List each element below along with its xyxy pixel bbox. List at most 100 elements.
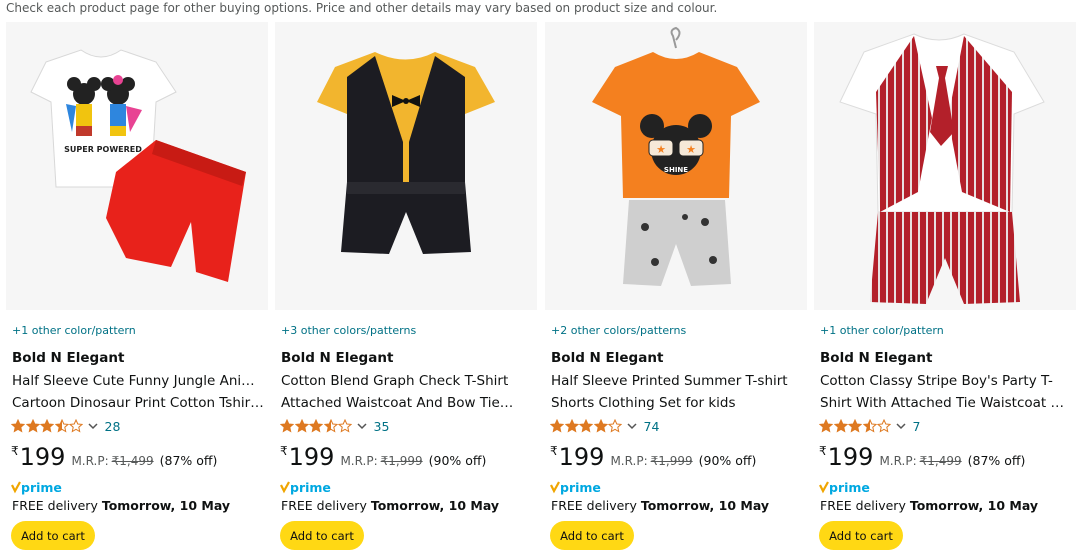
star-full-icon bbox=[593, 419, 608, 433]
delivery-prefix: FREE delivery bbox=[281, 498, 367, 513]
prime-logo-icon: prime bbox=[280, 480, 331, 495]
star-half-icon bbox=[862, 419, 877, 433]
product-brand: Bold N Elegant bbox=[12, 350, 125, 366]
star-full-icon bbox=[564, 419, 579, 433]
color-options-link[interactable]: +1 other color/pattern bbox=[820, 324, 944, 337]
star-empty-icon bbox=[608, 419, 622, 433]
star-full-icon bbox=[40, 419, 54, 433]
star-full-icon bbox=[819, 419, 833, 433]
price-row: ₹ 199 M.R.P: ₹1,999 (90% off) bbox=[550, 443, 756, 471]
price-row: ₹ 199 M.R.P: ₹1,999 (90% off) bbox=[280, 443, 486, 471]
product-photo-mickey-set: SUPER POWERED bbox=[6, 22, 268, 310]
mrp-label: M.R.P: bbox=[879, 454, 917, 468]
star-full-icon bbox=[294, 419, 309, 433]
discount-percent: (87% off) bbox=[967, 453, 1026, 468]
add-to-cart-button[interactable]: Add to cart bbox=[11, 521, 95, 550]
star-half-icon bbox=[54, 419, 69, 433]
chevron-down-icon[interactable] bbox=[626, 420, 638, 432]
star-empty-icon bbox=[69, 419, 83, 433]
prime-badge: prime bbox=[549, 479, 603, 497]
star-empty-icon bbox=[338, 419, 352, 433]
add-to-cart-button[interactable]: Add to cart bbox=[550, 521, 634, 550]
price-value: 199 bbox=[19, 443, 66, 471]
rating-row[interactable]: 35 bbox=[280, 418, 389, 434]
product-brand: Bold N Elegant bbox=[820, 350, 933, 366]
rating-row[interactable]: 7 bbox=[819, 418, 920, 434]
color-options-link[interactable]: +1 other color/pattern bbox=[12, 324, 136, 337]
product-card: SUPER POWERED +1 other color/pattern Bol… bbox=[6, 22, 268, 559]
currency-symbol: ₹ bbox=[550, 444, 558, 458]
prime-badge: prime bbox=[279, 479, 333, 497]
price-value: 199 bbox=[558, 443, 605, 471]
star-half-icon bbox=[323, 419, 338, 433]
delivery-date: Tomorrow, 10 May bbox=[909, 498, 1039, 513]
prime-text: prime bbox=[829, 480, 870, 495]
star-full-icon bbox=[309, 419, 323, 433]
star-full-icon bbox=[280, 419, 294, 433]
product-card: ★ ★ SHINE +2 other colors/patterns Bold … bbox=[545, 22, 807, 559]
delivery-date: Tomorrow, 10 May bbox=[370, 498, 500, 513]
product-image[interactable] bbox=[814, 22, 1076, 310]
product-photo-waistcoat-set bbox=[275, 22, 537, 310]
star-full-icon bbox=[579, 419, 593, 433]
rating-count-link[interactable]: 28 bbox=[105, 419, 121, 434]
product-image[interactable] bbox=[275, 22, 537, 310]
chevron-down-icon[interactable] bbox=[895, 420, 907, 432]
product-brand: Bold N Elegant bbox=[551, 350, 664, 366]
delivery-info: FREE delivery Tomorrow, 10 May bbox=[820, 498, 1038, 513]
product-title-link[interactable]: Half Sleeve Printed Summer T-shirt Short… bbox=[551, 370, 805, 414]
prime-text: prime bbox=[290, 480, 331, 495]
mrp-label: M.R.P: bbox=[610, 454, 648, 468]
discount-percent: (87% off) bbox=[159, 453, 218, 468]
rating-count-link[interactable]: 35 bbox=[374, 419, 390, 434]
mrp-label: M.R.P: bbox=[71, 454, 109, 468]
star-full-icon bbox=[550, 419, 564, 433]
color-options-link[interactable]: +2 other colors/patterns bbox=[551, 324, 686, 337]
price-row: ₹ 199 M.R.P: ₹1,499 (87% off) bbox=[11, 443, 217, 471]
star-empty-icon bbox=[877, 419, 891, 433]
product-image[interactable]: SUPER POWERED bbox=[6, 22, 268, 310]
discount-percent: (90% off) bbox=[428, 453, 487, 468]
product-title-line: Cartoon Dinosaur Print Cotton Tshir… bbox=[12, 395, 264, 411]
product-title-line: Shorts Clothing Set for kids bbox=[551, 395, 736, 411]
product-title-link[interactable]: Cotton Blend Graph Check T-Shirt Attache… bbox=[281, 370, 535, 414]
delivery-date: Tomorrow, 10 May bbox=[640, 498, 770, 513]
svg-text:★: ★ bbox=[686, 143, 696, 156]
product-title-link[interactable]: Cotton Classy Stripe Boy's Party T- Shir… bbox=[820, 370, 1074, 414]
mrp-value: ₹1,499 bbox=[919, 454, 962, 468]
chevron-down-icon[interactable] bbox=[356, 420, 368, 432]
delivery-prefix: FREE delivery bbox=[12, 498, 98, 513]
prime-text: prime bbox=[560, 480, 601, 495]
product-title-line: Cotton Classy Stripe Boy's Party T- bbox=[820, 373, 1053, 389]
rating-row[interactable]: 74 bbox=[550, 418, 659, 434]
star-full-icon bbox=[833, 419, 848, 433]
mrp-label: M.R.P: bbox=[340, 454, 378, 468]
mrp-value: ₹1,999 bbox=[380, 454, 423, 468]
chevron-down-icon[interactable] bbox=[87, 420, 99, 432]
price-row: ₹ 199 M.R.P: ₹1,499 (87% off) bbox=[819, 443, 1025, 471]
add-to-cart-button[interactable]: Add to cart bbox=[819, 521, 903, 550]
delivery-info: FREE delivery Tomorrow, 10 May bbox=[281, 498, 499, 513]
mrp-value: ₹1,499 bbox=[111, 454, 154, 468]
mrp-value: ₹1,999 bbox=[650, 454, 693, 468]
product-title-line: Cotton Blend Graph Check T-Shirt bbox=[281, 373, 509, 389]
tshirt-print-text: SUPER POWERED bbox=[64, 145, 142, 154]
prime-badge: prime bbox=[10, 479, 64, 497]
product-image[interactable]: ★ ★ SHINE bbox=[545, 22, 807, 310]
delivery-prefix: FREE delivery bbox=[820, 498, 906, 513]
currency-symbol: ₹ bbox=[280, 444, 288, 458]
color-options-link[interactable]: +3 other colors/patterns bbox=[281, 324, 416, 337]
prime-logo-icon: prime bbox=[550, 480, 601, 495]
add-to-cart-button[interactable]: Add to cart bbox=[280, 521, 364, 550]
buying-options-notice: Check each product page for other buying… bbox=[6, 1, 718, 15]
product-title-line: Shirt With Attached Tie Waistcoat &… bbox=[820, 395, 1074, 411]
star-rating bbox=[11, 419, 84, 433]
star-full-icon bbox=[848, 419, 862, 433]
rating-row[interactable]: 28 bbox=[11, 418, 120, 434]
discount-percent: (90% off) bbox=[698, 453, 757, 468]
product-title-link[interactable]: Half Sleeve Cute Funny Jungle Animal Car… bbox=[12, 370, 266, 414]
rating-count-link[interactable]: 74 bbox=[644, 419, 660, 434]
product-title-line: Half Sleeve Printed Summer T-shirt bbox=[551, 373, 788, 389]
svg-text:★: ★ bbox=[656, 143, 666, 156]
rating-count-link[interactable]: 7 bbox=[913, 419, 921, 434]
